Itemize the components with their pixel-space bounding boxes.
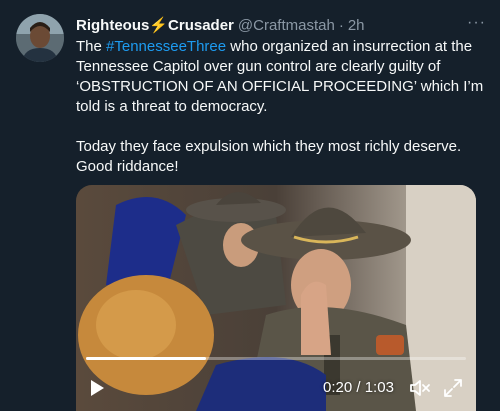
hashtag-link[interactable]: #TennesseeThree (106, 38, 226, 55)
tweet-header: Righteous⚡Crusader @Craftmastah · 2h ··· (76, 14, 486, 36)
tweet-timestamp[interactable]: 2h (348, 17, 365, 34)
display-name-second: Crusader (168, 17, 234, 34)
video-player[interactable]: 0:20 / 1:03 (76, 185, 476, 411)
expand-icon (444, 379, 462, 397)
video-time-separator: / (352, 379, 365, 396)
muted-speaker-icon (410, 380, 430, 396)
mute-button[interactable] (409, 378, 431, 398)
header-separator: · (338, 16, 344, 34)
tweet-text-start: The (76, 38, 107, 55)
video-timecode: 0:20 / 1:03 (323, 379, 394, 396)
video-progress-bar[interactable] (86, 357, 466, 360)
more-options-icon[interactable]: ··· (467, 14, 486, 32)
display-name[interactable]: Righteous⚡Crusader (76, 16, 234, 34)
tweet-paragraph-2: Today they face expulsion which they mos… (76, 138, 462, 175)
play-button[interactable] (86, 377, 108, 399)
video-progress-fill (86, 357, 207, 360)
display-name-first: Righteous (76, 17, 150, 34)
video-current-time: 0:20 (323, 379, 353, 396)
avatar[interactable] (16, 14, 64, 62)
tweet[interactable]: Righteous⚡Crusader @Craftmastah · 2h ···… (0, 0, 500, 411)
user-handle[interactable]: @Craftmastah (238, 17, 335, 34)
expand-button[interactable] (443, 378, 463, 398)
play-icon (91, 380, 104, 396)
lightning-emoji-icon: ⚡ (149, 17, 169, 34)
tweet-text: The #TennesseeThree who organized an ins… (76, 37, 488, 177)
avatar-image (16, 14, 64, 62)
tweet-paragraph-1: The #TennesseeThree who organized an ins… (76, 37, 488, 117)
video-duration: 1:03 (364, 379, 394, 396)
